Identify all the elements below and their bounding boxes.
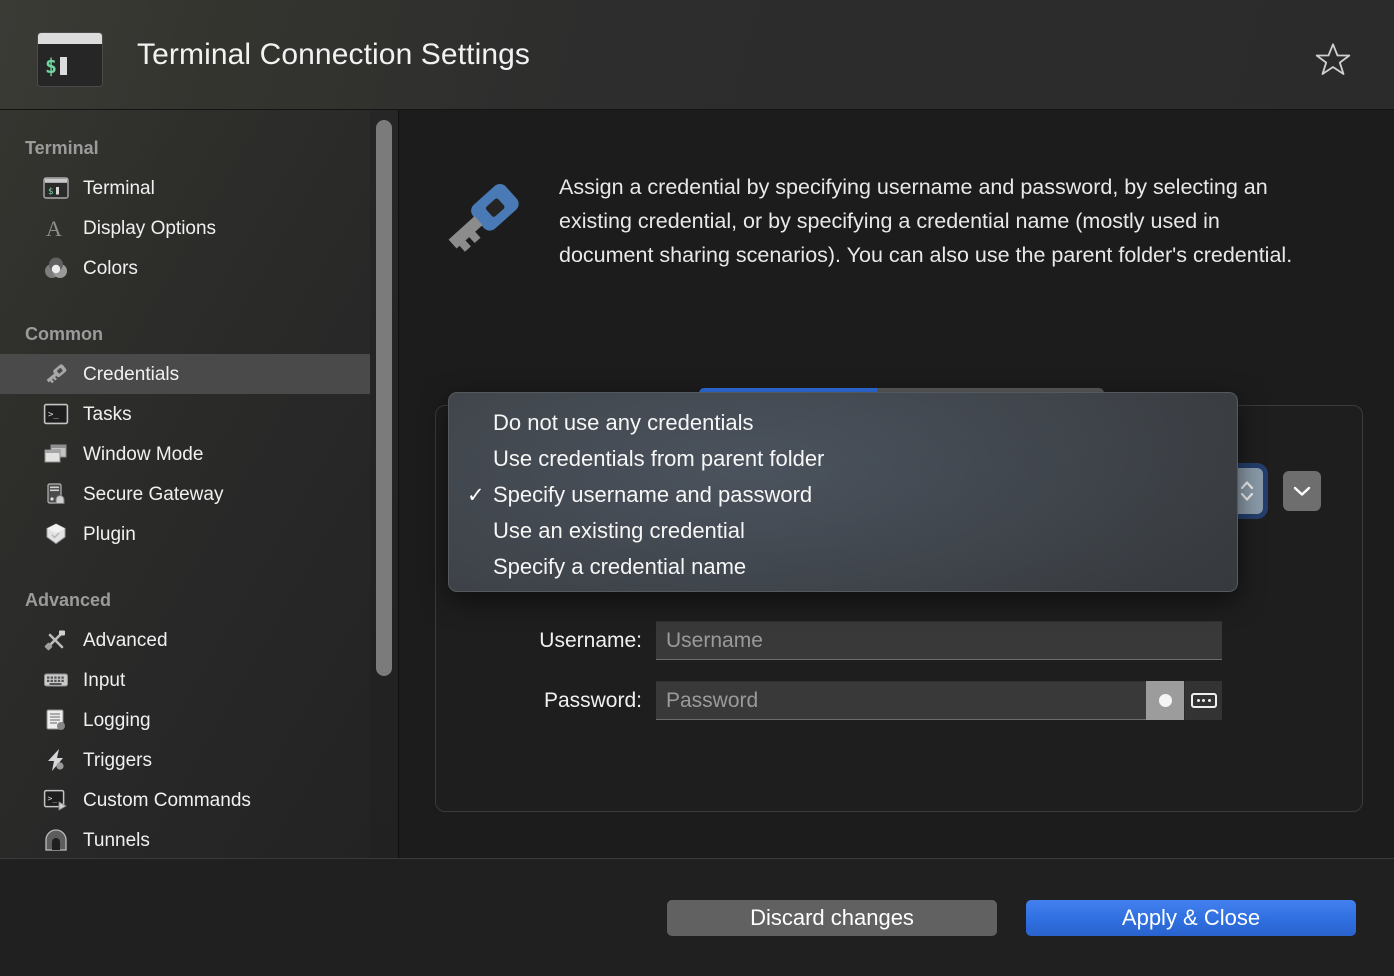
star-icon[interactable] <box>1310 37 1356 83</box>
sidebar-group-common: Common <box>25 323 103 344</box>
console-icon: >_ <box>42 401 70 427</box>
font-a-icon: A <box>42 215 70 241</box>
tools-icon <box>42 627 70 653</box>
windows-icon <box>42 441 70 467</box>
sidebar-item-window-mode[interactable]: Window Mode <box>0 434 370 474</box>
sidebar[interactable]: Terminal $ Terminal A Display Options Co… <box>0 110 370 858</box>
sidebar-item-advanced[interactable]: Advanced <box>0 620 370 660</box>
menu-item-credential-name[interactable]: Specify a credential name <box>449 549 1237 585</box>
sidebar-item-logging[interactable]: Logging <box>0 700 370 740</box>
username-input[interactable] <box>656 621 1222 660</box>
sidebar-item-display-options[interactable]: A Display Options <box>0 208 370 248</box>
sidebar-group-terminal: Terminal <box>25 137 99 158</box>
svg-text:$: $ <box>48 187 53 197</box>
plugin-box-icon <box>42 521 70 547</box>
color-circles-icon <box>42 255 70 281</box>
sidebar-item-label: Terminal <box>83 177 155 199</box>
page-title: Terminal Connection Settings <box>137 38 531 71</box>
key-icon <box>42 361 70 387</box>
logbook-icon <box>42 707 70 733</box>
description-row: Assign a credential by specifying userna… <box>435 170 1365 272</box>
sidebar-item-secure-gateway[interactable]: Secure Gateway <box>0 474 370 514</box>
tunnel-icon <box>42 827 70 853</box>
sidebar-item-input[interactable]: Input <box>0 660 370 700</box>
sidebar-item-label: Display Options <box>83 217 217 239</box>
sidebar-group-advanced: Advanced <box>25 589 112 610</box>
terminal-prompt-glyph: $ <box>45 54 58 78</box>
sidebar-item-label: Triggers <box>83 749 152 771</box>
title-bar: $ Terminal Connection Settings <box>0 0 1394 110</box>
sidebar-item-label: Credentials <box>83 363 180 385</box>
sidebar-item-tasks[interactable]: >_ Tasks <box>0 394 370 434</box>
sidebar-item-label: Tunnels <box>83 829 150 851</box>
menu-item-label: Do not use any credentials <box>493 410 754 435</box>
discard-changes-button[interactable]: Discard changes <box>667 900 997 936</box>
password-row: Password: <box>436 681 1222 720</box>
terminal-icon-titlebar <box>38 33 102 44</box>
dot-glyph <box>1158 694 1172 707</box>
console-play-icon: >_ <box>42 787 70 813</box>
sidebar-item-label: Colors <box>83 257 138 279</box>
credential-mode-popup-menu[interactable]: Do not use any credentials Use credentia… <box>448 392 1238 592</box>
password-input[interactable] <box>656 681 1146 720</box>
chevron-down-icon[interactable] <box>1283 471 1321 511</box>
menu-item-no-credentials[interactable]: Do not use any credentials <box>449 405 1237 441</box>
terminal-icon: $ <box>37 32 103 87</box>
username-label: Username: <box>539 628 642 652</box>
sidebar-item-label: Advanced <box>83 629 168 651</box>
apply-and-close-button[interactable]: Apply & Close <box>1026 900 1356 936</box>
password-label: Password: <box>543 688 642 712</box>
keypad-icon[interactable] <box>1184 681 1222 720</box>
description-text: Assign a credential by specifying userna… <box>559 175 1293 267</box>
terminal-cursor-glyph <box>60 57 68 75</box>
menu-item-label: Use an existing credential <box>493 518 745 543</box>
server-gateway-icon <box>42 481 70 507</box>
key-icon <box>435 170 531 267</box>
menu-item-label: Use credentials from parent folder <box>493 446 825 471</box>
keyboard-icon <box>42 667 70 693</box>
sidebar-item-credentials[interactable]: Credentials <box>0 354 370 394</box>
terminal-icon: $ <box>42 175 70 201</box>
sidebar-scrollbar-thumb[interactable] <box>376 120 392 676</box>
menu-check-icon: ✓ <box>467 483 485 507</box>
footer-bar: Discard changes Apply & Close <box>0 858 1394 976</box>
sidebar-item-label: Input <box>83 669 126 691</box>
sidebar-item-plugin[interactable]: Plugin <box>0 514 370 554</box>
keypad-glyph <box>1190 693 1217 708</box>
username-row: Username: <box>436 621 1222 660</box>
sidebar-item-label: Secure Gateway <box>83 483 224 505</box>
sidebar-item-tunnels[interactable]: Tunnels <box>0 820 370 858</box>
sidebar-item-colors[interactable]: Colors <box>0 248 370 288</box>
menu-item-existing-credential[interactable]: Use an existing credential <box>449 513 1237 549</box>
svg-text:>_: >_ <box>48 794 58 803</box>
sidebar-item-label: Logging <box>83 709 151 731</box>
menu-item-label: Specify a credential name <box>493 554 747 579</box>
menu-item-specify-username-password[interactable]: ✓ Specify username and password <box>449 477 1237 513</box>
terminal-icon-body: $ <box>38 44 102 86</box>
sidebar-item-custom-commands[interactable]: >_ Custom Commands <box>0 780 370 820</box>
settings-window: $ Terminal Connection Settings Terminal … <box>0 0 1394 976</box>
dot-icon[interactable] <box>1146 681 1184 720</box>
lightning-icon <box>42 747 70 773</box>
sidebar-item-terminal[interactable]: $ Terminal <box>0 168 370 208</box>
svg-text:>_: >_ <box>48 410 59 420</box>
menu-item-label: Specify username and password <box>493 482 813 507</box>
menu-item-parent-folder[interactable]: Use credentials from parent folder <box>449 441 1237 477</box>
sidebar-item-label: Custom Commands <box>83 789 251 811</box>
sidebar-item-label: Window Mode <box>83 443 204 465</box>
sidebar-item-label: Tasks <box>83 403 132 425</box>
sidebar-item-label: Plugin <box>83 523 136 545</box>
svg-text:A: A <box>46 216 62 240</box>
sidebar-item-triggers[interactable]: Triggers <box>0 740 370 780</box>
